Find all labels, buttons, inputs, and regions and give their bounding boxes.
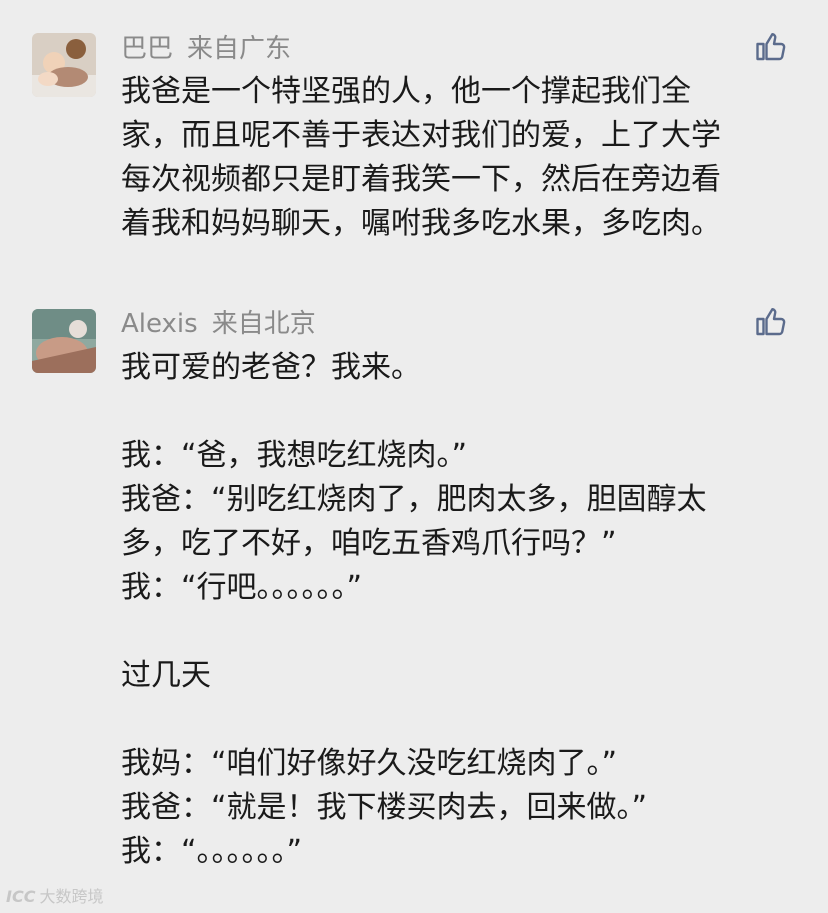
comment-line: 我：“行吧。。。。。。” [121, 570, 363, 605]
thumbs-up-icon [756, 33, 786, 61]
comment-line: 我妈：“咱们好像好久没吃红烧肉了。” [121, 746, 618, 781]
comment-line: 我：“爸，我想吃红烧肉。” [121, 438, 468, 473]
author-name[interactable]: Alexis [121, 309, 198, 339]
watermark-logo: ICC [6, 887, 36, 906]
like-button[interactable] [753, 29, 789, 65]
thumbs-up-icon [756, 308, 786, 336]
author-origin: 来自北京 [211, 309, 316, 339]
watermark-text: 大数跨境 [39, 887, 104, 906]
comment-line: 多，吃了不好，咱吃五香鸡爪行吗？” [121, 526, 617, 561]
avatar-image [32, 309, 96, 373]
avatar[interactable] [32, 33, 96, 97]
watermark: ICC 大数跨境 [6, 883, 103, 907]
avatar-image [32, 33, 96, 97]
comment-line: 我爸是一个特坚强的人，他一个撑起我们全 [121, 74, 691, 109]
author-origin: 来自广东 [187, 34, 292, 64]
comment-header: 巴巴 来自广东 [121, 31, 291, 67]
author-name[interactable]: 巴巴 [121, 34, 173, 64]
comment-line: 过几天 [121, 658, 211, 693]
comment-line: 家，而且呢不善于表达对我们的爱，上了大学 [121, 118, 721, 153]
comment-header: Alexis 来自北京 [121, 306, 316, 342]
comment-line: 我爸：“就是！我下楼买肉去，回来做。” [121, 790, 648, 825]
like-button[interactable] [753, 304, 789, 340]
comment-line: 我：“。。。。。。” [121, 834, 303, 869]
comment-body: 我爸是一个特坚强的人，他一个撑起我们全 家，而且呢不善于表达对我们的爱，上了大学… [121, 70, 801, 246]
comment-line: 着我和妈妈聊天，嘱咐我多吃水果，多吃肉。 [121, 206, 721, 241]
comment-body: 我可爱的老爸？我来。 我：“爸，我想吃红烧肉。” 我爸：“别吃红烧肉了，肥肉太多… [121, 346, 801, 874]
comment-line: 我爸：“别吃红烧肉了，肥肉太多，胆固醇太 [121, 482, 707, 517]
comment-line: 我可爱的老爸？我来。 [121, 350, 421, 385]
avatar[interactable] [32, 309, 96, 373]
comment-line: 每次视频都只是盯着我笑一下，然后在旁边看 [121, 162, 721, 197]
